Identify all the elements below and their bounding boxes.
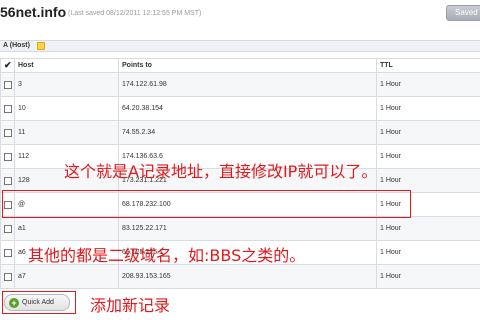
checkbox[interactable] <box>4 272 12 281</box>
cell-points-to: 64.20.38.154 <box>118 96 377 121</box>
row-checkbox[interactable] <box>0 240 15 265</box>
cell-ttl: 1 Hour <box>376 72 480 97</box>
info-icon <box>37 42 45 50</box>
quick-add-label: Quick Add <box>22 299 54 306</box>
title-bar: 56net.info (Last saved 08/12/2011 12:12:… <box>0 0 480 30</box>
select-all-checkbox[interactable]: ✔ <box>0 58 15 73</box>
column-header-host[interactable]: Host <box>14 58 119 73</box>
annotation-a-record: 这个就是A记录地址，直接修改IP就可以了。 <box>64 162 378 181</box>
row-checkbox[interactable] <box>0 120 15 145</box>
cell-host: a1 <box>14 216 119 241</box>
row-checkbox[interactable] <box>0 72 15 97</box>
checkbox[interactable] <box>4 128 12 137</box>
row-checkbox[interactable] <box>0 216 15 241</box>
annotation-add-record: 添加新记录 <box>90 296 171 315</box>
table-row[interactable]: 10 64.20.38.154 1 Hour <box>0 96 480 121</box>
checkbox[interactable] <box>4 224 12 233</box>
table-row[interactable]: a1 83.125.22.171 1 Hour <box>0 216 480 241</box>
section-title: A (Host) <box>3 42 30 49</box>
checkbox[interactable] <box>4 152 12 161</box>
cell-ttl: 1 Hour <box>376 216 480 241</box>
table-row[interactable]: 11 74.55.2.34 1 Hour <box>0 120 480 145</box>
cell-points-to: 74.55.2.34 <box>118 120 377 145</box>
cell-host: 10 <box>14 96 119 121</box>
row-checkbox[interactable] <box>0 264 15 289</box>
checkbox[interactable] <box>4 80 12 89</box>
last-saved-text: (Last saved 08/12/2011 12:12:55 PM MST) <box>68 10 202 17</box>
save-button[interactable]: Saved <box>446 5 480 21</box>
cell-ttl: 1 Hour <box>376 96 480 121</box>
plus-icon: + <box>9 298 19 308</box>
table-row[interactable]: a7 208.93.153.165 1 Hour <box>0 264 480 289</box>
cell-host: 3 <box>14 72 119 97</box>
cell-ttl: 1 Hour <box>376 240 480 265</box>
checkbox[interactable] <box>4 104 12 113</box>
row-checkbox[interactable] <box>0 168 15 193</box>
checkmark-icon: ✔ <box>4 60 12 70</box>
highlight-box-at-row <box>2 190 411 218</box>
cell-host: a7 <box>14 264 119 289</box>
cell-ttl: 1 Hour <box>376 264 480 289</box>
cell-host: 11 <box>14 120 119 145</box>
table-header-row: ✔ Host Points to TTL <box>0 58 480 73</box>
domain-name: 56net.info <box>0 4 67 20</box>
table-row[interactable]: 3 174.122.61.98 1 Hour <box>0 72 480 97</box>
quick-add-button[interactable]: + Quick Add <box>4 294 70 311</box>
cell-ttl: 1 Hour <box>376 120 480 145</box>
cell-points-to: 208.93.153.165 <box>118 264 377 289</box>
checkbox[interactable] <box>4 248 12 257</box>
row-checkbox[interactable] <box>0 96 15 121</box>
cell-points-to: 174.122.61.98 <box>118 72 377 97</box>
cell-ttl: 1 Hour <box>376 144 480 169</box>
cell-ttl: 1 Hour <box>376 168 480 193</box>
column-header-points-to[interactable]: Points to <box>118 58 377 73</box>
cell-points-to: 83.125.22.171 <box>118 216 377 241</box>
checkbox[interactable] <box>4 176 12 185</box>
row-checkbox[interactable] <box>0 144 15 169</box>
annotation-subdomains: 其他的都是二级域名，如:BBS之类的。 <box>28 246 306 265</box>
a-host-section-header: A (Host) <box>0 40 480 52</box>
column-header-ttl[interactable]: TTL <box>376 58 480 73</box>
